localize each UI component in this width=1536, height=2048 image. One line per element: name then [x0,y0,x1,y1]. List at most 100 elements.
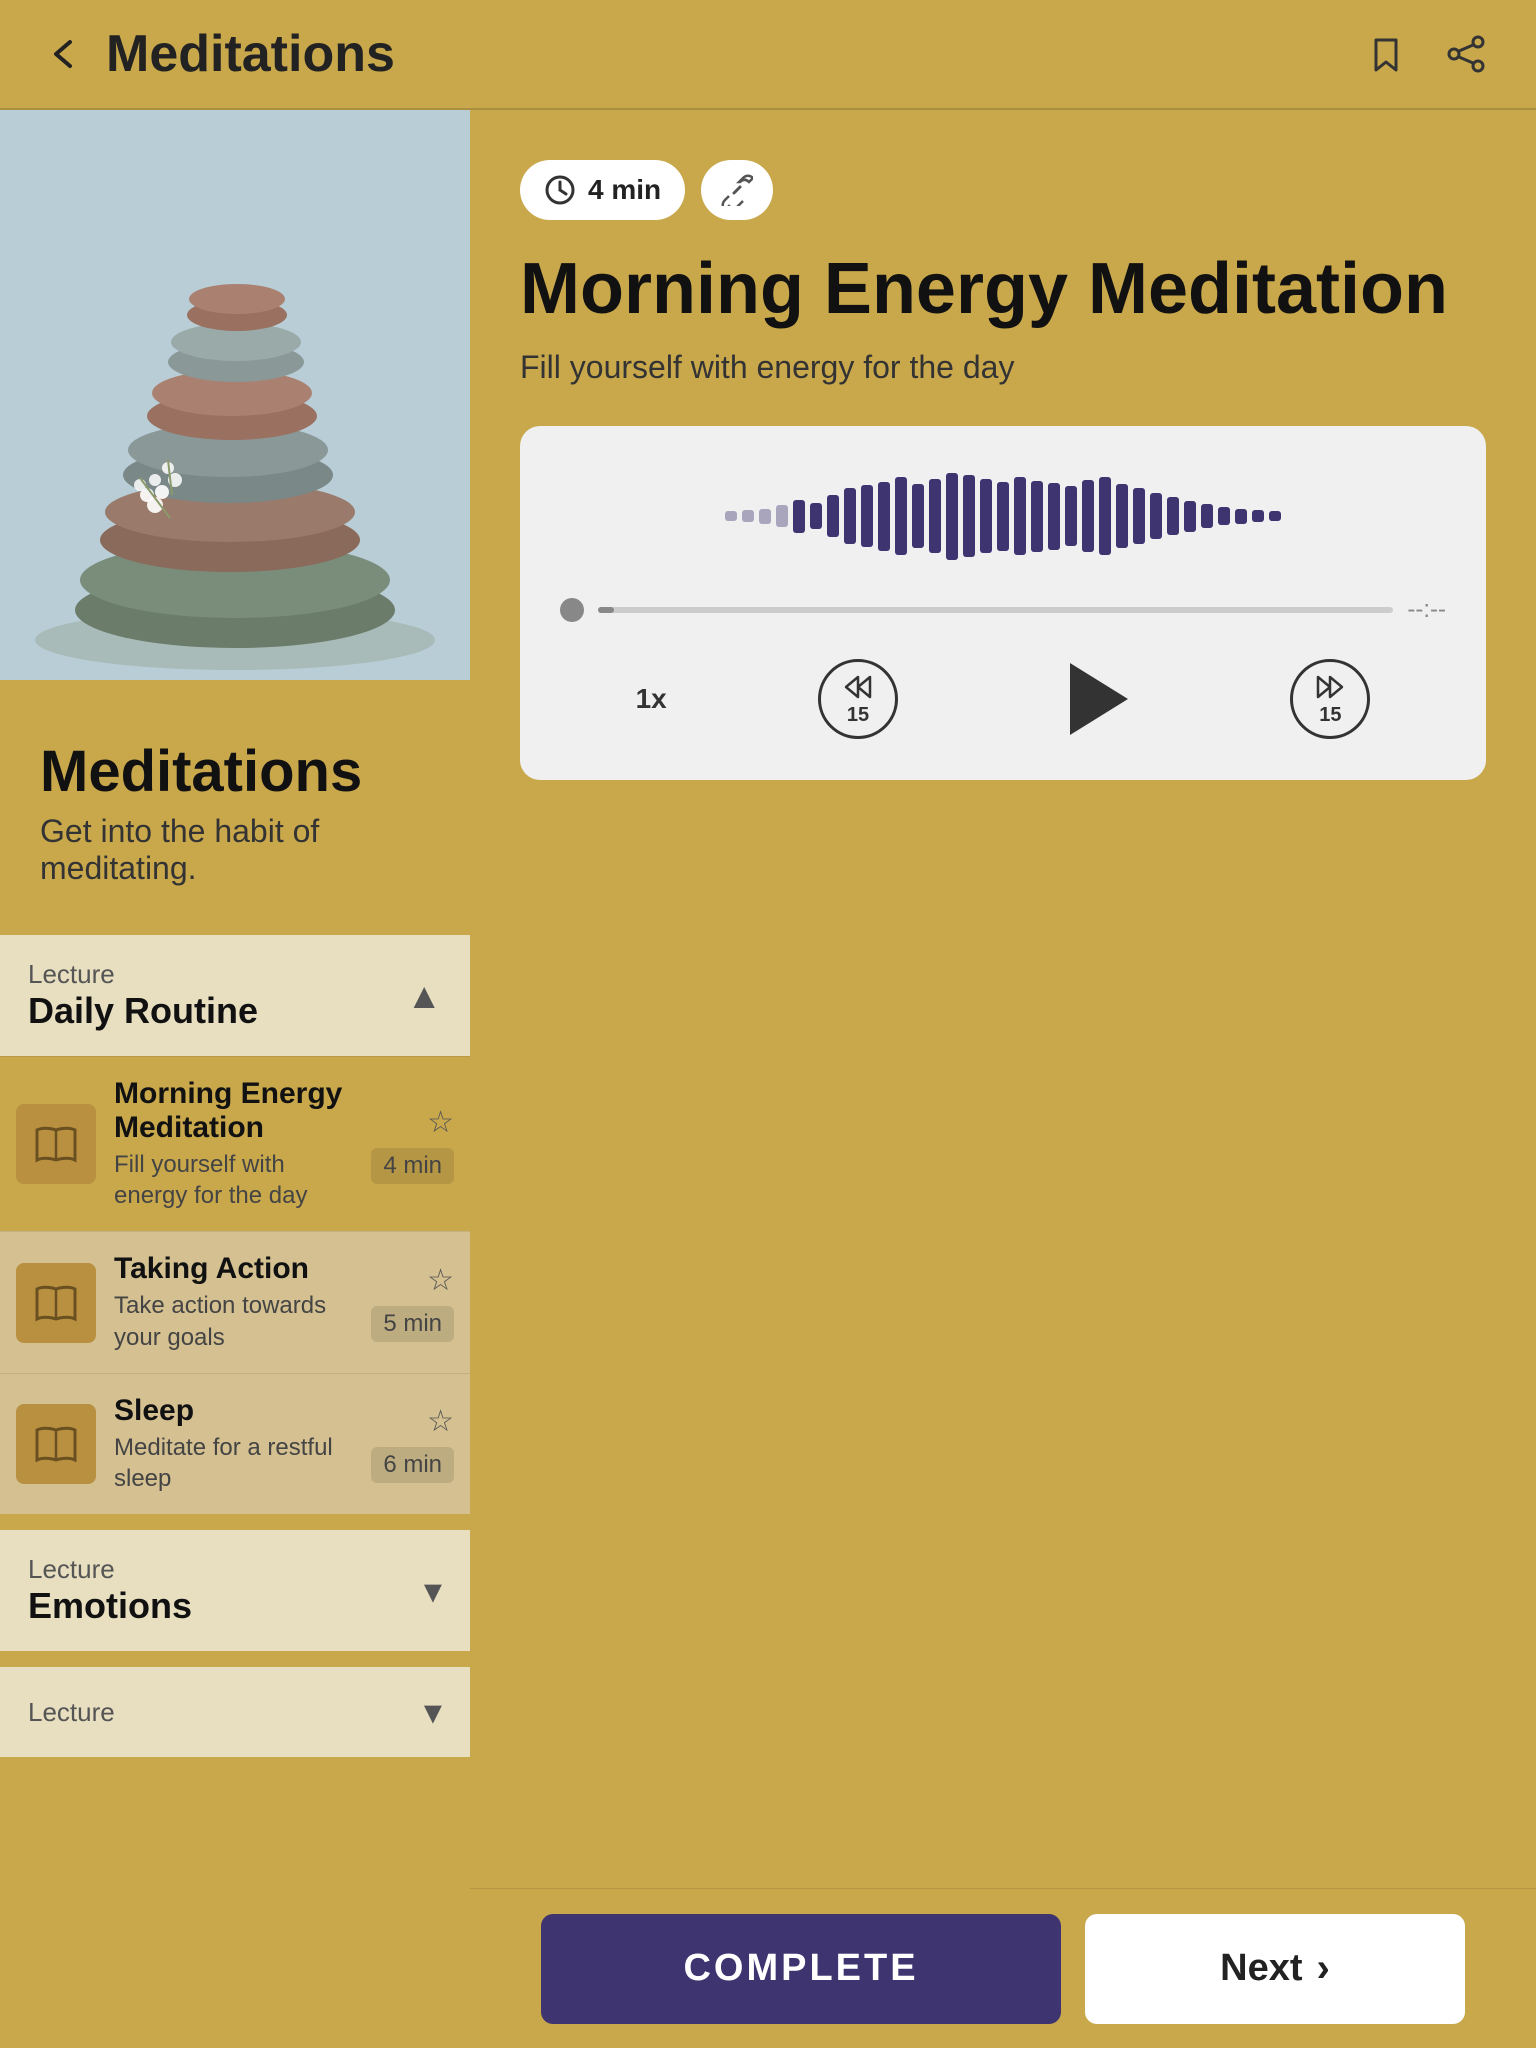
book-icon-2 [16,1263,96,1343]
waveform-bar [861,485,873,547]
skip-back-button[interactable]: 15 [818,659,898,739]
lecture-daily-routine: Lecture Daily Routine ▲ Morning Energy M… [0,935,470,1514]
lesson-morning-energy-meta: ☆ 4 min [371,1105,454,1184]
waveform-bar [759,509,771,524]
lecture-daily-routine-info: Lecture Daily Routine [28,959,258,1032]
waveform-bar [742,510,754,522]
waveform-bar [1201,504,1213,528]
lesson-sleep-meta: ☆ 6 min [371,1404,454,1483]
waveform-bar [1235,509,1247,524]
lecture-emotions-header[interactable]: Lecture Emotions ▾ [0,1530,470,1651]
lesson-taking-action[interactable]: Taking Action Take action towards your g… [0,1231,470,1372]
section-info: Meditations Get into the habit of medita… [0,680,470,927]
section-subtitle: Get into the habit of meditating. [20,813,450,917]
lesson-sleep-info: Sleep Meditate for a restful sleep [114,1394,353,1494]
lesson-morning-energy[interactable]: Morning Energy Meditation Fill yourself … [0,1056,470,1231]
lecture-name-2: Emotions [28,1585,192,1627]
waveform-bar [1082,480,1094,553]
waveform-bar [1048,483,1060,550]
chevron-up-icon: ▲ [406,975,442,1017]
waveform-bar [878,482,890,551]
waveform-bar [810,503,822,529]
waveform-bar [1269,511,1281,522]
controls-row: 1x 15 [560,654,1446,744]
waveform [560,466,1446,566]
progress-bar[interactable] [598,607,1393,613]
star-icon-1[interactable]: ☆ [427,1105,454,1140]
meditation-description: Fill yourself with energy for the day [520,349,1486,386]
header-icons [1356,24,1496,84]
lecture-name-1: Daily Routine [28,990,258,1032]
audio-player: --:-- 1x 15 [520,426,1486,780]
waveform-bar [1116,484,1128,549]
lecture-emotions: Lecture Emotions ▾ [0,1530,470,1651]
waveform-bar [1150,493,1162,540]
book-icon-1 [16,1104,96,1184]
lecture-label-2: Lecture [28,1554,192,1585]
speed-button[interactable]: 1x [636,683,667,715]
waveform-bar [844,488,856,544]
page-title: Meditations [106,24,395,84]
lesson-morning-energy-title: Morning Energy Meditation [114,1077,353,1145]
waveform-bar [1218,507,1230,526]
duration-text: 4 min [588,174,661,206]
complete-button[interactable]: COMPLETE [541,1914,1061,2024]
waveform-bar [1133,488,1145,544]
waveform-bar [1014,477,1026,555]
waveform-bar [929,479,941,553]
bottom-bar: COMPLETE Next › [470,1888,1536,2048]
time-badge: 4 min [520,160,685,220]
lesson-sleep-title: Sleep [114,1394,353,1428]
star-icon-3[interactable]: ☆ [427,1404,454,1439]
time-badge-row: 4 min [520,160,1486,220]
waveform-bar [1031,481,1043,552]
meditation-title: Morning Energy Meditation [520,250,1486,329]
header: Meditations [0,0,1536,110]
chevron-down-icon-3: ▾ [424,1691,442,1733]
bookmark-button[interactable] [1356,24,1416,84]
lecture-3-header[interactable]: Lecture ▾ [0,1667,470,1757]
star-icon-2[interactable]: ☆ [427,1263,454,1298]
hero-image [0,110,470,680]
waveform-bar [1252,510,1264,522]
lesson-morning-energy-desc: Fill yourself with energy for the day [114,1149,353,1211]
lesson-taking-action-info: Taking Action Take action towards your g… [114,1252,353,1352]
lecture-daily-routine-header[interactable]: Lecture Daily Routine ▲ [0,935,470,1056]
skip-forward-label: 15 [1319,704,1341,727]
left-panel: Meditations Get into the habit of medita… [0,110,470,2048]
lecture-emotions-info: Lecture Emotions [28,1554,192,1627]
waveform-bar [946,473,958,560]
waveform-bar [1065,486,1077,546]
lecture-3-info: Lecture [28,1697,115,1728]
skip-forward-button[interactable]: 15 [1290,659,1370,739]
back-button[interactable] [40,30,88,78]
link-badge[interactable] [701,160,773,220]
play-icon [1070,663,1128,735]
lesson-sleep-desc: Meditate for a restful sleep [114,1432,353,1494]
right-panel: 4 min Morning Energy Meditation Fill you… [470,110,1536,2048]
waveform-bar [1184,501,1196,532]
lesson-morning-energy-duration: 4 min [371,1148,454,1184]
next-label: Next [1220,1947,1302,1990]
lesson-sleep[interactable]: Sleep Meditate for a restful sleep ☆ 6 m… [0,1373,470,1514]
play-button[interactable] [1049,654,1139,744]
lecture-label-1: Lecture [28,959,258,990]
share-button[interactable] [1436,24,1496,84]
lecture-label-3: Lecture [28,1697,115,1728]
next-button[interactable]: Next › [1085,1914,1465,2024]
book-icon-3 [16,1404,96,1484]
waveform-bar [827,495,839,537]
lesson-taking-action-title: Taking Action [114,1252,353,1286]
waveform-bar [963,475,975,558]
waveform-bar [776,505,788,527]
lesson-morning-energy-info: Morning Energy Meditation Fill yourself … [114,1077,353,1211]
waveform-bar [1167,497,1179,535]
waveform-bar [912,484,924,549]
progress-dot[interactable] [560,598,584,622]
waveform-bar [1099,477,1111,555]
waveform-bar [793,500,805,533]
waveform-bar [997,482,1009,551]
waveform-bar [980,479,992,553]
progress-row: --:-- [560,596,1446,624]
lecture-3: Lecture ▾ [0,1667,470,1757]
